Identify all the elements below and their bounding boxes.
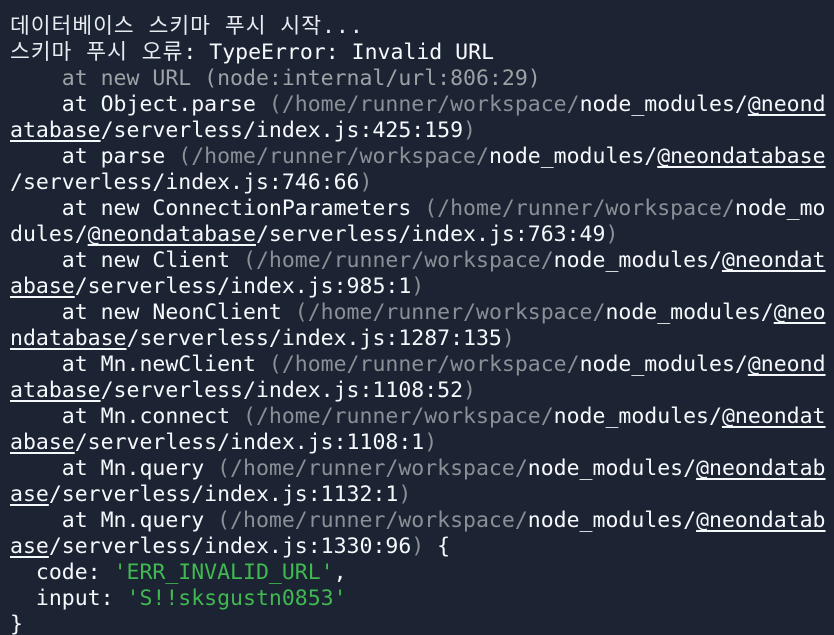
terminal-text-segment: (/home/runner/workspace/ [217,456,528,481]
terminal-text-segment: ase [10,482,49,507]
terminal-text-segment: (/home/runner/workspace/ [243,404,554,429]
terminal-text-segment: @neondatab [696,456,826,481]
terminal-line: at Mn.connect (/home/runner/workspace/no… [10,404,834,430]
terminal-text-segment: /serverless/index.js:1132:1 [48,482,399,507]
terminal-text-segment: /serverless/index.js:763:49 [255,222,606,247]
terminal-line: at Mn.query (/home/runner/workspace/node… [10,508,834,534]
terminal-line: abase/serverless/index.js:1108:1) [10,430,834,456]
terminal-text-segment: (/home/runner/workspace/ [268,352,580,377]
terminal-text-segment: 데이터베이스 스키마 푸시 시작... [10,14,364,39]
terminal-text-segment: @neondat [721,404,826,429]
terminal-line: at new URL (node:internal/url:806:29) [10,66,834,92]
terminal-line: at Mn.newClient (/home/runner/workspace/… [10,352,834,378]
terminal-text-segment: @neondatabase [87,222,256,247]
terminal-text-segment: @neondat [721,248,826,273]
terminal-line: code: 'ERR_INVALID_URL', [10,560,834,586]
terminal-text-segment: /serverless/index.js:1108:1 [74,430,425,455]
terminal-text-segment: ndatabase [10,326,127,351]
terminal-text-segment: (/home/runner/workspace/ [294,300,606,325]
terminal-line: 스키마 푸시 오류: TypeError: Invalid URL [10,40,834,66]
terminal-text-segment: ) [463,118,476,143]
terminal-text-segment: ) [605,222,619,247]
terminal-text-segment: /serverless/index.js:1330:96 [48,534,412,559]
terminal-text-segment: : TypeError: Invalid URL [183,40,495,65]
terminal-line: at new ConnectionParameters (/home/runne… [10,196,834,222]
terminal-text-segment: node_modules/ [527,508,697,533]
terminal-text-segment: abase [10,274,75,299]
terminal-text-segment: node_modules/ [527,456,697,481]
terminal-text-segment: atabase [10,118,101,143]
terminal-text-segment: ) [501,326,515,351]
terminal-line: /serverless/index.js:746:66) [10,170,834,196]
terminal-text-segment: ) [411,274,425,299]
terminal-text-segment: (/home/runner/workspace/ [243,248,554,273]
terminal-text-segment: at Mn.newClient [10,352,269,377]
terminal-text-segment: @neond [747,352,826,377]
terminal-text-segment: ) [411,534,425,559]
terminal-text-segment: 'S!!sksgustn0853' [126,586,347,611]
terminal-text-segment: at Mn.connect [10,404,243,429]
terminal-text-segment: code: [10,560,114,585]
terminal-text-segment: /serverless/index.js:1108:52 [100,378,464,403]
terminal-text-segment: node_modules/ [553,248,722,273]
terminal-text-segment: , [333,560,347,585]
terminal-text-segment: @neond [747,92,826,117]
terminal-output[interactable]: 데이터베이스 스키마 푸시 시작... 스키마 푸시 오류: TypeError:… [0,0,834,635]
terminal-line: ase/serverless/index.js:1330:96) { [10,534,834,560]
terminal-text-segment: node_modules/ [488,144,658,169]
terminal-text-segment: at new NeonClient [10,300,295,325]
terminal-line: dules/@neondatabase/serverless/index.js:… [10,222,834,248]
terminal-text-segment: input: [10,586,127,611]
terminal-text-segment: dules/ [10,222,88,247]
terminal-text-segment: /serverless/index.js:746:66 [10,170,360,195]
terminal-line: 데이터베이스 스키마 푸시 시작... [10,14,834,40]
terminal-text-segment: ase [10,534,49,559]
terminal-text-segment: 스키마 푸시 오류 [10,40,184,65]
terminal-line: abase/serverless/index.js:985:1) [10,274,834,300]
terminal-text-segment: /serverless/index.js:425:159 [100,118,464,143]
terminal-text-segment: at parse [10,144,179,169]
terminal-text-segment: } [10,612,23,635]
terminal-line: input: 'S!!sksgustn0853' [10,586,834,612]
terminal-text-segment: (/home/runner/workspace/ [217,508,528,533]
terminal-text-segment: abase [10,430,75,455]
terminal-text-segment: @neondatab [696,508,826,533]
terminal-text-segment: node_modules/ [579,92,748,117]
terminal-text-segment: (/home/runner/workspace/ [268,92,580,117]
terminal-text-segment: node_modules/ [579,352,748,377]
terminal-line: atabase/serverless/index.js:425:159) [10,118,834,144]
terminal-line: at parse (/home/runner/workspace/node_mo… [10,144,834,170]
terminal-text-segment: ) [463,378,476,403]
terminal-text-segment: ) [359,170,373,195]
terminal-line: at new Client (/home/runner/workspace/no… [10,248,834,274]
terminal-text-segment: @neondatabase [657,144,826,169]
terminal-text-segment: ) [424,430,438,455]
terminal-line: at new NeonClient (/home/runner/workspac… [10,300,834,326]
terminal-text-segment: at Mn.query [10,456,218,481]
terminal-text-segment: node_modules/ [605,300,774,325]
terminal-text-segment: 'ERR_INVALID_URL' [113,560,334,585]
terminal-line: at Mn.query (/home/runner/workspace/node… [10,456,834,482]
terminal-line: at Object.parse (/home/runner/workspace/… [10,92,834,118]
terminal-line: ase/serverless/index.js:1132:1) [10,482,834,508]
terminal-line: atabase/serverless/index.js:1108:52) [10,378,834,404]
terminal-text-segment: at new Client [10,248,243,273]
terminal-text-segment: at Object.parse [10,92,269,117]
terminal-line: } [10,612,834,635]
terminal-text-segment: at new ConnectionParameters [10,196,425,221]
terminal-text-segment: ) [398,482,412,507]
terminal-text-segment: at new URL (node:internal/url:806:29) [10,66,541,91]
terminal-text-segment: /serverless/index.js:985:1 [74,274,412,299]
terminal-text-segment: atabase [10,378,101,403]
terminal-text-segment: @neo [773,300,826,325]
terminal-text-segment: at Mn.query [10,508,218,533]
terminal-text-segment: { [424,534,451,559]
terminal-text-segment: (/home/runner/workspace/ [178,144,489,169]
terminal-text-segment: node_modules/ [553,404,722,429]
terminal-line: ndatabase/serverless/index.js:1287:135) [10,326,834,352]
terminal-text-segment: /serverless/index.js:1287:135 [126,326,502,351]
terminal-text-segment: node_mo [734,196,826,221]
terminal-text-segment: (/home/runner/workspace/ [424,196,735,221]
